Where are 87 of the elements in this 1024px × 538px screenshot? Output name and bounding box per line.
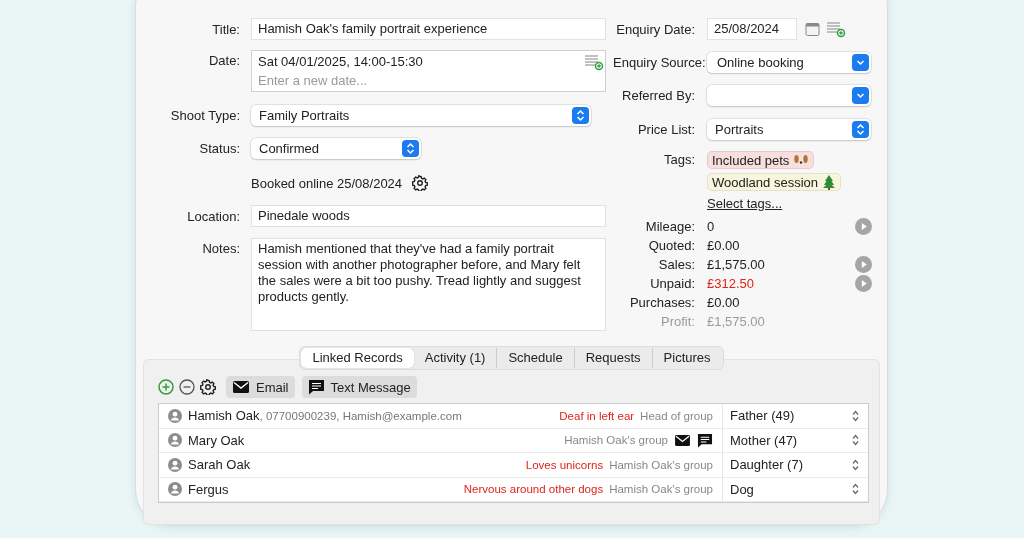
booking-note: Booked online 25/08/2024 [251, 175, 403, 191]
group-label: Head of group [640, 409, 713, 422]
list-add-icon[interactable] [826, 20, 846, 38]
up-down-arrows-icon[interactable] [852, 434, 859, 447]
person-icon [168, 433, 182, 448]
field-label: Date: [207, 52, 241, 68]
field-label: Profit: [660, 314, 696, 329]
up-down-arrows-icon[interactable] [852, 409, 859, 422]
stepper-icon [402, 140, 419, 157]
field-label: Mileage: [644, 219, 696, 234]
date-entry[interactable]: Sat 04/01/2025, 14:00-15:30 [258, 53, 423, 71]
tree-icon [822, 174, 836, 190]
field-label: Referred By: [621, 88, 696, 103]
field-label: Enquiry Source: [613, 55, 707, 70]
field-label: Shoot Type: [169, 108, 241, 123]
list-add-icon[interactable] [584, 53, 604, 71]
amount-value: £1,575.00 [707, 257, 766, 272]
message-icon[interactable] [697, 432, 713, 448]
amount-value: 0 [707, 219, 716, 234]
relation-value[interactable]: Daughter (7) [730, 457, 803, 473]
calendar-icon[interactable] [805, 21, 820, 37]
record-note: Loves unicorns [525, 458, 604, 471]
record-note: Deaf in left ear [559, 409, 635, 422]
envelope-icon [232, 380, 250, 394]
field-label: Status: [198, 141, 241, 156]
up-down-arrows-icon[interactable] [852, 458, 859, 471]
group-label: Hamish Oak's group [609, 483, 713, 496]
record-name[interactable]: Sarah Oak [188, 457, 251, 473]
tab[interactable]: Schedule [497, 348, 575, 368]
field-label: Notes: [201, 240, 241, 256]
enquiry-date-field[interactable]: 25/08/2024 [707, 18, 797, 40]
amount-value: £312.50 [707, 276, 755, 291]
record-name[interactable]: Hamish Oak, 07700900239, Hamish@example.com [188, 408, 462, 424]
field-label: Title: [211, 21, 241, 37]
location-field[interactable]: Pinedale woods [251, 205, 606, 227]
field-label: Quoted: [647, 238, 696, 253]
tab[interactable]: Pictures [652, 348, 722, 368]
referred-by-dropdown[interactable] [707, 85, 871, 106]
price-list-dropdown[interactable]: Portraits [707, 119, 871, 140]
field-label: Location: [186, 208, 241, 224]
person-icon [168, 408, 182, 423]
dog-icon [793, 153, 810, 167]
settings-icon[interactable] [200, 379, 216, 395]
group-label: Hamish Oak's group [609, 458, 713, 471]
envelope-icon[interactable] [674, 433, 691, 447]
group-label: Hamish Oak's group [564, 434, 668, 447]
remove-icon[interactable] [179, 379, 195, 395]
notes-field[interactable]: Hamish mentioned that they've had a family portrait session with another photographer before, and Mary felt the sales were a bit too pushy. Tread lightly and suggest products gently. [251, 238, 606, 331]
chevron-down-icon [852, 87, 869, 104]
date-field[interactable]: Sat 04/01/2025, 14:00-15:30 Enter a new date... [251, 50, 606, 92]
add-icon[interactable] [158, 379, 174, 395]
tab[interactable]: Activity (1) [413, 348, 498, 368]
chevron-down-icon [852, 54, 869, 71]
field-label: Tags: [662, 151, 696, 167]
up-down-arrows-icon[interactable] [852, 483, 859, 496]
status-dropdown[interactable]: Confirmed [251, 138, 421, 159]
text-message-button[interactable]: Text Message [301, 376, 417, 398]
title-field[interactable]: Hamish Oak's family portrait experience [251, 18, 606, 40]
record-name[interactable]: Mary Oak [188, 432, 245, 448]
relation-value[interactable]: Mother (47) [730, 432, 798, 448]
field-label: Unpaid: [649, 276, 696, 291]
shoot-type-dropdown[interactable]: Family Portraits [251, 105, 591, 126]
select-tags-link[interactable]: Select tags... [707, 196, 783, 211]
record-name[interactable]: Fergus [188, 481, 229, 497]
email-button[interactable]: Email [226, 376, 295, 398]
tab[interactable]: Linked Records [301, 348, 414, 368]
relation-value[interactable]: Father (49) [730, 408, 795, 424]
date-input-field[interactable]: Enter a new date... [258, 71, 558, 89]
settings-icon[interactable] [412, 175, 429, 191]
tag[interactable]: Woodland session [707, 173, 841, 191]
tab[interactable]: Requests [574, 348, 653, 368]
amount-value: £0.00 [707, 238, 741, 253]
field-label: Enquiry Date: [615, 21, 696, 37]
message-icon [307, 379, 325, 395]
stepper-icon [572, 107, 589, 124]
enquiry-source-dropdown[interactable]: Online booking [707, 52, 871, 73]
record-note: Nervous around other dogs [463, 483, 604, 496]
field-label: Price List: [636, 122, 696, 137]
field-label: Sales: [657, 257, 696, 272]
person-icon [168, 457, 182, 472]
relation-value[interactable]: Dog [730, 481, 754, 497]
field-label: Purchases: [628, 295, 696, 310]
tag[interactable]: Included pets [707, 151, 815, 169]
amount-value: £0.00 [707, 295, 741, 310]
person-icon [168, 482, 182, 497]
stepper-icon [852, 121, 869, 138]
amount-value: £1,575.00 [707, 314, 766, 329]
